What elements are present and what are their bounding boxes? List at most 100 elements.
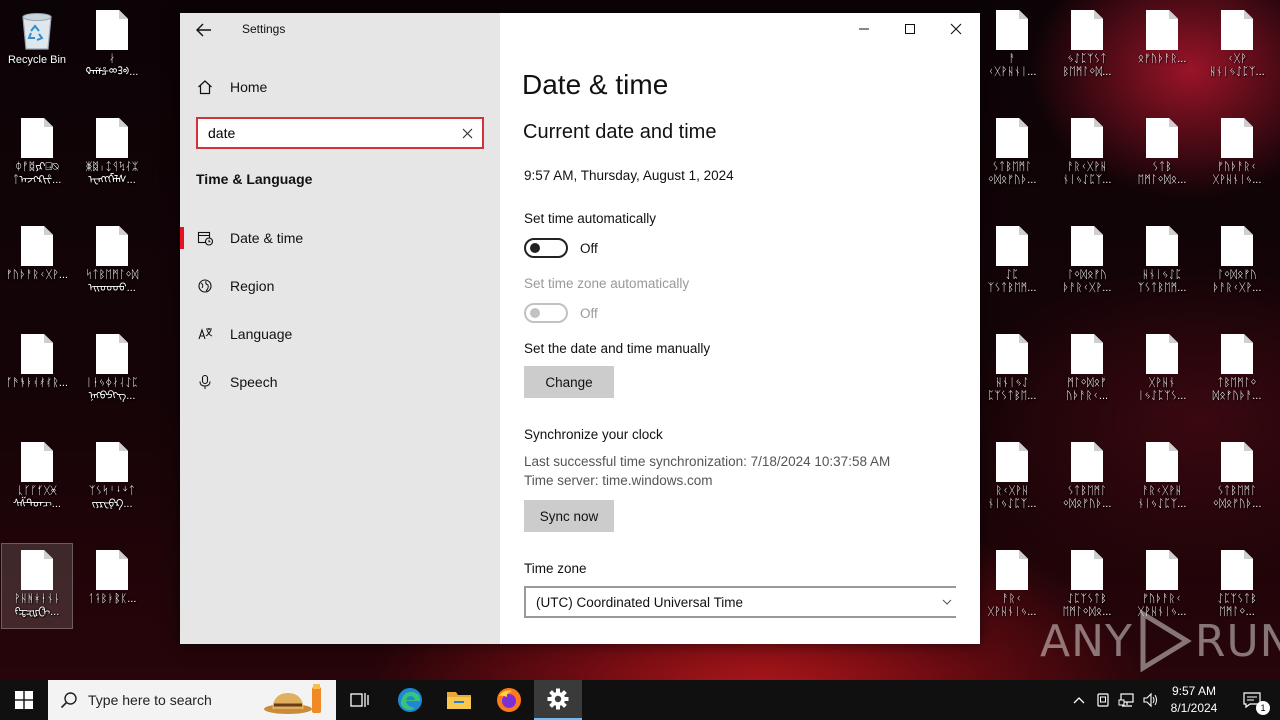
- desktop-file-icon[interactable]: ᚷᚹᚺᚾ ᛁᛃᛇᛈᛉᛊ...: [1127, 328, 1197, 412]
- desktop-file-icon[interactable]: ᛁᛂᛃᛄᛅᛆᛇᛈ ᠨᠩᠪᠫᠬᠭ...: [77, 328, 147, 412]
- back-arrow-icon[interactable]: [190, 18, 218, 42]
- desktop-file-label: ᛚᛜᛞᛟᚠᚢ ᚦᚨᚱᚲᚷᚹ...: [1212, 269, 1262, 294]
- desktop-file-label: ᛚᛜᛞᛟᚠᚢ ᚦᚨᚱᚲᚷᚹ...: [1062, 269, 1112, 294]
- desktop-file-icon[interactable]: ᚠᚢᚦᚨᚱᚲᚷᚹ...: [2, 220, 72, 304]
- tray-overflow-button[interactable]: [1068, 680, 1090, 720]
- desktop-file-icon[interactable]: ᚨᚱᚲᚷᚹᚺ ᚾᛁᛃᛇᛈᛉ...: [1052, 112, 1122, 196]
- set-time-auto-toggle[interactable]: [524, 238, 568, 258]
- desktop-file-icon[interactable]: ᛃᛇᛈᛉᛊᛏ ᛒᛖᛗᛚᛜᛞ...: [1052, 4, 1122, 88]
- desktop-file-label: ᛰᚡᛥᠶᠷ⍈⍉ ᛏᠠᠵᠬᠺᡳᡲ...: [12, 161, 62, 186]
- desktop-file-icon[interactable]: ᚱᚲᚷᚹᚺ ᚾᛁᛃᛇᛈᛉ...: [977, 436, 1047, 520]
- desktop-file-icon[interactable]: ᚪᚫᚬᚭᚮᚯᚰᚱ...: [2, 328, 72, 412]
- desktop-file-icon[interactable]: ᚺᚾᛁᛃᛇ ᛈᛉᛊᛏᛒᛖ...: [977, 328, 1047, 412]
- clear-search-icon[interactable]: [452, 128, 482, 139]
- task-view-icon: [350, 693, 369, 707]
- desktop-file-label: ᚺᚾᛁᛃᛇᛈ ᛉᛊᛏᛒᛖᛗ...: [1137, 269, 1187, 294]
- current-datetime: 9:57 AM, Thursday, August 1, 2024: [524, 168, 734, 183]
- desktop-file-label: ᛇᛈ ᛉᛊᛏᛒᛖᛗ...: [987, 269, 1037, 294]
- desktop-file-icon[interactable]: ᛉᛊᛋᛌᛍᛎᛏ ᠵᠶᠷᠸᠹᠺ...: [77, 436, 147, 520]
- document-icon: [1146, 10, 1178, 50]
- desktop-file-icon[interactable]: ᛅ ᡐᡤᡟᡱᢁᢃᢀ...: [77, 4, 147, 88]
- document-icon: [96, 10, 128, 50]
- desktop-file-label: ᚠᚢᚦᚨᚱᚲᚷᚹ...: [6, 269, 68, 281]
- document-icon: [21, 118, 53, 158]
- tray-volume-button[interactable]: [1140, 680, 1162, 720]
- nav-home[interactable]: Home: [180, 73, 500, 101]
- desktop-file-icon[interactable]: ᚨ ᚲᚷᚹᚺᚾᛁ...: [977, 4, 1047, 88]
- sidebar-item-date-time[interactable]: Date & time: [180, 220, 500, 256]
- app-title: Settings: [242, 22, 286, 36]
- document-icon: [1221, 118, 1253, 158]
- desktop-file-icon[interactable]: ᛏᛒᛖᛗᛚᛜ ᛞᛟᚠᚢᚦᚨ...: [1202, 328, 1272, 412]
- desktop-file-label: ᚠᚢᚦᚨᚱᚲ ᚷᚹᚺᚾᛁᛃ...: [1212, 161, 1262, 186]
- toggle-knob: [530, 308, 540, 318]
- sidebar-item-label: Speech: [230, 374, 278, 390]
- recycle-bin[interactable]: Recycle Bin: [2, 4, 72, 88]
- document-icon: [996, 226, 1028, 266]
- sidebar-item-speech[interactable]: Speech: [180, 364, 500, 400]
- document-icon: [1146, 226, 1178, 266]
- edge-button[interactable]: [386, 680, 434, 720]
- start-button[interactable]: [0, 680, 48, 720]
- desktop-file-label: ᛅ ᡐᡤᡟᡱᢁᢃᢀ...: [85, 53, 139, 78]
- desktop-file-icon[interactable]: ᛚᛜᛞᛟᚠᚢ ᚦᚨᚱᚲᚷᚹ...: [1202, 220, 1272, 304]
- desktop-file-icon[interactable]: ᛟᚠᚢᚦᚨᚱ...: [1127, 4, 1197, 88]
- desktop-file-icon[interactable]: ᚲᚷᚹ ᚺᚾᛁᛃᛇᛈᛉ...: [1202, 4, 1272, 88]
- desktop-file-icon[interactable]: ᛤᛥᛧᛨᛩᛪᛮᛯ ᠧᠩᠬᠭᠮᠯᠰ...: [77, 112, 147, 196]
- action-center-button[interactable]: 1: [1232, 680, 1272, 720]
- desktop-file-icon[interactable]: ᛚᛜᛞᛟᚠᚢ ᚦᚨᚱᚲᚷᚹ...: [1052, 220, 1122, 304]
- sidebar-item-language[interactable]: Language: [180, 316, 500, 352]
- document-icon: [1221, 442, 1253, 482]
- language-icon: [180, 326, 230, 342]
- desktop-file-icon[interactable]: ᛊᛏᛒ ᛖᛗᛚᛜᛞᛟ...: [1127, 112, 1197, 196]
- desktop-file-label: ᛊᛏᛒᛖᛗᛚ ᛜᛞᛟᚠᚢᚦ...: [1212, 485, 1262, 510]
- desktop-file-icon[interactable]: ᚨᚱᚲᚷᚹᚺ ᚾᛁᛃᛇᛈᛉ...: [1127, 436, 1197, 520]
- document-icon: [1071, 10, 1103, 50]
- file-explorer-icon: [447, 692, 471, 709]
- document-icon: [1221, 10, 1253, 50]
- desktop-file-icon[interactable]: ᛰᚡᛥᠶᠷ⍈⍉ ᛏᠠᠵᠬᠺᡳᡲ...: [2, 112, 72, 196]
- desktop-file-label: ᛟᚠᚢᚦᚨᚱ...: [1137, 53, 1187, 65]
- document-icon: [1146, 442, 1178, 482]
- edge-icon: [398, 688, 422, 712]
- desktop-file-icon[interactable]: ᛊᛏᛒᛖᛗᛚ ᛜᛞᛟᚠᚢᚦ...: [977, 112, 1047, 196]
- document-icon: [1221, 226, 1253, 266]
- settings-taskbar-button[interactable]: [534, 680, 582, 720]
- time-server-text: Time server: time.windows.com: [524, 473, 713, 488]
- recycle-bin-icon: [19, 9, 55, 51]
- chevron-up-icon: [1073, 697, 1085, 704]
- change-button[interactable]: Change: [524, 366, 614, 398]
- tray-network-button[interactable]: [1116, 680, 1138, 720]
- watermark-text-right: RUN: [1194, 615, 1280, 667]
- recycle-bin-label: Recycle Bin: [7, 54, 67, 66]
- sidebar-item-region[interactable]: Region: [180, 268, 500, 304]
- clock-date: 8/1/2024: [1170, 701, 1218, 715]
- firefox-button[interactable]: [485, 680, 533, 720]
- desktop-file-icon[interactable]: ᛋᛏᛒᛖᛗᛚᛜᛞ ᠡᠢᠣᠤᠥᠦ...: [77, 220, 147, 304]
- desktop-file-icon[interactable]: ᚨᚱᚲ ᚷᚹᚺᚾᛁᛃ...: [977, 544, 1047, 628]
- desktop-file-icon[interactable]: ᛐᛑᛒᛓᛔᛕ...: [77, 544, 147, 628]
- settings-search-box[interactable]: [196, 117, 484, 149]
- sidebar-section-title: Time & Language: [196, 171, 313, 187]
- document-icon: [996, 118, 1028, 158]
- tray-device-button[interactable]: [1092, 680, 1114, 720]
- desktop-file-icon[interactable]: ᛗᛚᛜᛞᛟᚠ ᚢᚦᚨᚱᚲ...: [1052, 328, 1122, 412]
- task-view-button[interactable]: [336, 680, 384, 720]
- desktop-file-icon[interactable]: ᛊᛏᛒᛖᛗᛚ ᛜᛞᛟᚠᚢᚦ...: [1202, 436, 1272, 520]
- desktop-file-icon[interactable]: ᚠᚢᚦᚨᚱᚲ ᚷᚹᚺᚾᛁᛃ...: [1202, 112, 1272, 196]
- settings-search-input[interactable]: [198, 125, 452, 141]
- desktop-file-icon[interactable]: ᛇᛈ ᛉᛊᛏᛒᛖᛗ...: [977, 220, 1047, 304]
- taskbar-search-box[interactable]: Type here to search: [48, 680, 336, 720]
- desktop-file-icon[interactable]: ᛊᛏᛒᛖᛗᛚ ᛜᛞᛟᚠᚢᚦ...: [1052, 436, 1122, 520]
- desktop-file-label: ᚨᚱᚲᚷᚹᚺ ᚾᛁᛃᛇᛈᛉ...: [1137, 485, 1187, 510]
- desktop-file-icon[interactable]: ᚳᚴᚵᚶᚷᚸ ᠰᠱᠲᠳᠴ...: [2, 436, 72, 520]
- taskbar-clock[interactable]: 9:57 AM 8/1/2024: [1164, 683, 1224, 717]
- desktop-file-icon[interactable]: ᚹᚺᚻᚼᚽᚾᚿ ᠻᠼᠽᠾᠿ...: [1, 543, 73, 629]
- toggle-knob: [530, 243, 540, 253]
- timezone-dropdown[interactable]: (UTC) Coordinated Universal Time: [524, 586, 956, 618]
- desktop-file-label: ᛋᛏᛒᛖᛗᛚᛜᛞ ᠡᠢᠣᠤᠥᠦ...: [85, 269, 139, 294]
- sync-now-button[interactable]: Sync now: [524, 500, 614, 532]
- file-explorer-button[interactable]: [435, 680, 483, 720]
- windows-logo-icon: [15, 691, 33, 709]
- desktop-file-icon[interactable]: ᚺᚾᛁᛃᛇᛈ ᛉᛊᛏᛒᛖᛗ...: [1127, 220, 1197, 304]
